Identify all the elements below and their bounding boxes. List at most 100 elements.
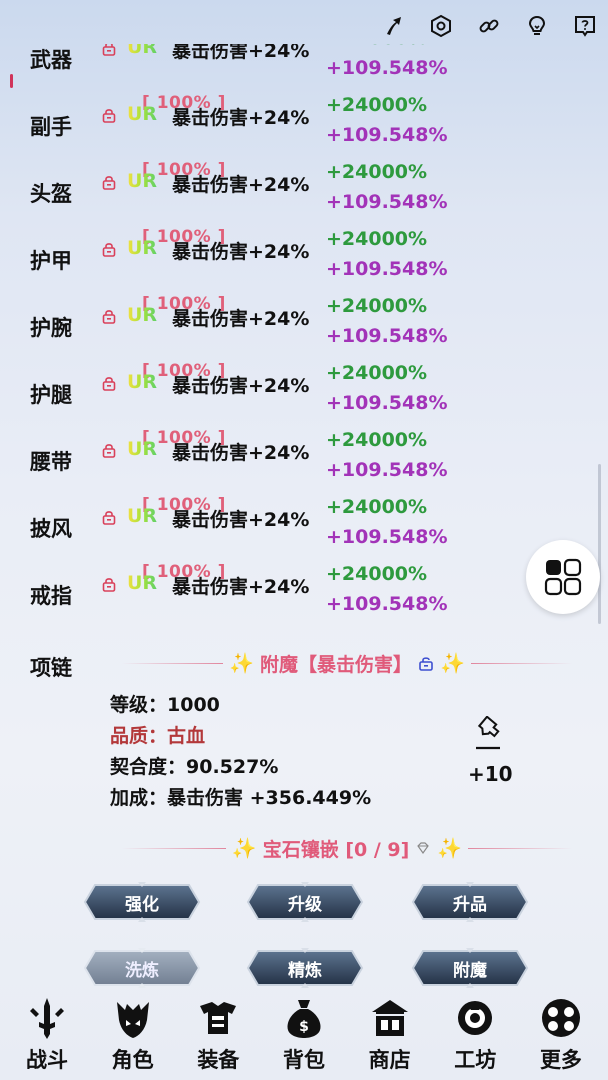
hammer-value: +10 <box>468 762 513 786</box>
lock-icon[interactable] <box>101 44 117 56</box>
nav-backpack[interactable]: $ 背包 <box>271 996 337 1080</box>
diamond-icon <box>417 842 430 855</box>
sparkle-icon: ✨ <box>437 836 463 860</box>
reforge-button[interactable]: 洗炼 <box>83 948 201 988</box>
nav-shop[interactable]: 商店 <box>357 996 423 1080</box>
top-toolbar <box>378 8 600 44</box>
hammer-icon[interactable] <box>470 716 506 752</box>
stat-text: 暴击伤害+24% <box>172 107 310 129</box>
link-icon[interactable] <box>474 11 504 41</box>
upgrade-button[interactable]: 升级 <box>246 882 364 922</box>
lock-icon[interactable] <box>101 375 117 391</box>
nav-label: 装备 <box>197 1048 240 1072</box>
enchant-bonus: 加成：暴击伤害 +356.449% <box>110 787 372 809</box>
equipment-row[interactable]: [ 100% ] 戒指 UR 暴击伤害+24% +24000% +109.548% <box>0 556 608 623</box>
upgrade-quality-label: 升品 <box>453 894 487 915</box>
stat-value-secondary: +109.548% <box>326 392 448 414</box>
stat-value-primary: +24000% <box>326 161 428 183</box>
sparkle-icon: ✨ <box>440 651 465 675</box>
lock-icon[interactable] <box>101 308 117 324</box>
stat-value-primary: +24000% <box>326 362 428 384</box>
stat-value-secondary: +109.548% <box>326 57 448 79</box>
strengthen-button[interactable]: 强化 <box>83 882 201 922</box>
slot-name: 披风 <box>30 517 72 541</box>
stat-value-primary: +24000% <box>326 94 428 116</box>
stat-value-secondary: +109.548% <box>326 124 448 146</box>
upgrade-label: 升级 <box>288 894 322 915</box>
grid-menu-button[interactable] <box>526 540 600 614</box>
crossed-swords-icon <box>30 998 64 1039</box>
nav-battle[interactable]: 战斗 <box>14 996 80 1080</box>
nav-more[interactable]: 更多 <box>528 996 594 1080</box>
rarity-badge: UR <box>127 371 158 393</box>
lock-icon[interactable] <box>101 509 117 525</box>
stat-value-secondary: +109.548% <box>326 526 448 548</box>
stat-value-secondary: +109.548% <box>326 191 448 213</box>
sparkle-icon: ✨ <box>229 651 254 675</box>
settings-hex-icon[interactable] <box>426 11 456 41</box>
lock-icon[interactable] <box>101 576 117 592</box>
rarity-badge: UR <box>127 170 158 192</box>
armor-icon <box>200 1002 237 1034</box>
equipment-row[interactable]: [ 100% ] 护腿 UR 暴击伤害+24% +24000% +109.548% <box>0 355 608 422</box>
stat-text: 暴击伤害+24% <box>172 442 310 464</box>
current-slot-label[interactable]: 项链 <box>30 652 72 682</box>
help-icon[interactable] <box>570 11 600 41</box>
rarity-badge: UR <box>127 304 158 326</box>
nav-label: 背包 <box>282 1048 325 1072</box>
rarity-badge: UR <box>127 237 158 259</box>
rarity-badge: UR <box>127 103 158 125</box>
nav-label: 战斗 <box>26 1048 68 1072</box>
refine-button[interactable]: 精炼 <box>246 948 364 988</box>
slot-name: 戒指 <box>30 584 72 608</box>
stat-text: 暴击伤害+24% <box>172 576 310 598</box>
slot-name: 护腕 <box>30 316 72 340</box>
enchant-level: 等级：1000 <box>110 694 220 716</box>
divider <box>470 662 573 664</box>
lightbulb-icon[interactable] <box>522 11 552 41</box>
equipment-row[interactable]: [ 100% ] 护甲 UR 暴击伤害+24% +24000% +109.548% <box>0 221 608 288</box>
bottom-nav: 战斗 角色 装备 $ 背包 商店 工坊 更多 <box>0 996 608 1080</box>
nav-workshop[interactable]: 工坊 <box>442 996 508 1080</box>
enchant-button[interactable]: 附魔 <box>411 948 529 988</box>
stat-value-primary: +24000% <box>326 563 428 585</box>
equipment-row[interactable]: [ 100% ] 披风 UR 暴击伤害+24% +24000% +109.548% <box>0 489 608 556</box>
money-bag-icon: $ <box>287 1000 321 1038</box>
unlock-icon[interactable] <box>418 655 434 671</box>
lock-icon[interactable] <box>101 174 117 190</box>
enchant-info: 等级：1000 品质：古血 契合度：90.527% 加成：暴击伤害 +356.4… <box>110 690 371 814</box>
upgrade-arrow-icon[interactable] <box>378 11 408 41</box>
sparkle-icon: ✨ <box>231 836 257 860</box>
svg-text:$: $ <box>299 1019 309 1035</box>
workshop-icon <box>458 1001 493 1035</box>
equipment-row[interactable]: [ 100% ] 头盔 UR 暴击伤害+24% +24000% +109.548% <box>0 154 608 221</box>
refine-label: 精炼 <box>288 960 322 981</box>
nav-label: 商店 <box>368 1048 411 1072</box>
lock-icon[interactable] <box>101 107 117 123</box>
enchant-affinity: 契合度：90.527% <box>110 756 279 778</box>
upgrade-quality-button[interactable]: 升品 <box>411 882 529 922</box>
lock-icon[interactable] <box>101 442 117 458</box>
enchant-title: 附魔【暴击伤害】 <box>260 653 413 676</box>
slot-name: 护腿 <box>30 383 72 407</box>
enchant-label: 附魔 <box>453 960 487 981</box>
gem-section-header: ✨ 宝石镶嵌 [0 / 9] ✨ <box>122 833 572 863</box>
rarity-badge: UR <box>127 438 158 460</box>
equipment-row[interactable]: [ 100% ] 护腕 UR 暴击伤害+24% +24000% +109.548% <box>0 288 608 355</box>
nav-character[interactable]: 角色 <box>100 996 166 1080</box>
equipment-row[interactable]: [ 100% ] 副手 UR 暴击伤害+24% +24000% +109.548% <box>0 87 608 154</box>
equipment-row[interactable]: [ 100% ]武器UR暴击伤害+24%+24000%+109.548% <box>0 44 608 87</box>
nav-equipment[interactable]: 装备 <box>185 996 251 1080</box>
slot-name: 副手 <box>30 115 72 139</box>
nav-label: 角色 <box>111 1048 154 1072</box>
stat-text: 暴击伤害+24% <box>172 174 310 196</box>
slot-name: 护甲 <box>30 249 72 273</box>
grid-icon <box>544 558 582 596</box>
more-icon <box>541 999 580 1037</box>
equipment-row[interactable]: [ 100% ] 腰带 UR 暴击伤害+24% +24000% +109.548% <box>0 422 608 489</box>
stat-value-secondary: +109.548% <box>326 593 448 615</box>
scrollbar[interactable] <box>598 464 601 624</box>
lock-icon[interactable] <box>101 241 117 257</box>
stat-text: 暴击伤害+24% <box>172 308 310 330</box>
helmet-icon <box>116 1002 149 1038</box>
